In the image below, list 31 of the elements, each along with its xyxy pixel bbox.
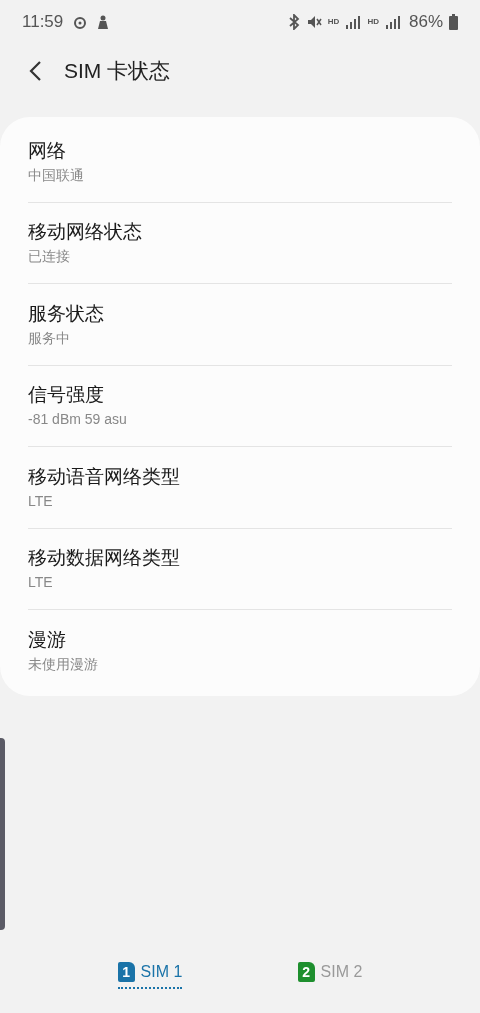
- page-title: SIM 卡状态: [64, 58, 171, 85]
- setting-title: 移动网络状态: [28, 220, 142, 245]
- setting-title: 移动数据网络类型: [28, 546, 180, 571]
- bluetooth-icon: [287, 14, 300, 30]
- setting-title: 服务状态: [28, 301, 104, 326]
- clock: 11:59: [22, 11, 64, 34]
- sim-card-icon: 2: [297, 962, 315, 982]
- setting-title: 移动语音网络类型: [28, 464, 180, 489]
- person-icon: [97, 15, 110, 29]
- setting-value: 未使用漫游: [28, 655, 98, 674]
- signal-icon: [345, 15, 362, 29]
- signal-icon: [384, 15, 401, 29]
- mute-icon: [305, 14, 322, 30]
- edge-handle[interactable]: [0, 738, 5, 930]
- setting-title: 漫游: [28, 628, 66, 653]
- hd-label: HD: [327, 16, 340, 28]
- hd-label: HD: [367, 16, 379, 28]
- setting-title: 网络: [28, 138, 66, 163]
- setting-value: LTE: [28, 491, 53, 510]
- battery-icon: [449, 14, 458, 30]
- sim-tab[interactable]: 1 SIM 1: [117, 960, 183, 989]
- setting-value: 中国联通: [28, 165, 84, 184]
- setting-value: LTE: [28, 573, 53, 592]
- back-icon[interactable]: [28, 60, 42, 82]
- setting-title: 信号强度: [28, 383, 104, 408]
- setting-value: 服务中: [28, 328, 70, 347]
- sim-tab[interactable]: 2 SIM 2: [297, 960, 363, 989]
- setting-value: 已连接: [28, 247, 70, 266]
- battery-level: 86%: [408, 11, 443, 34]
- sim-card-icon: 1: [117, 962, 135, 982]
- setting-value: -81 dBm 59 asu: [28, 410, 127, 429]
